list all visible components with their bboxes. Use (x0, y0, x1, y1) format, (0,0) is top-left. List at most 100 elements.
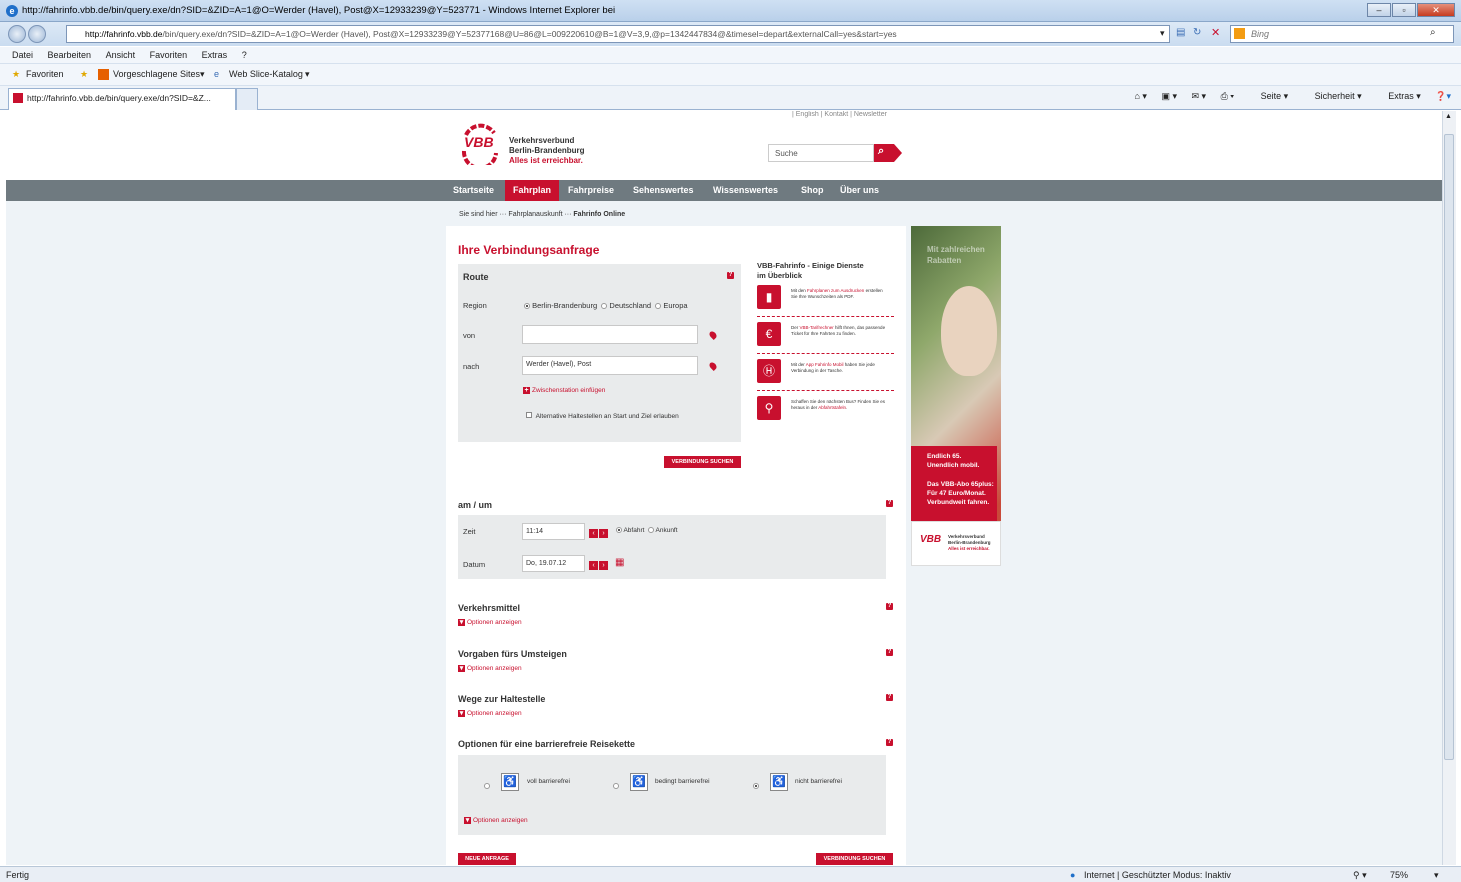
chevron-right-icon[interactable]: › (599, 561, 608, 570)
time-input[interactable]: 11:14 (522, 523, 585, 540)
radio-full[interactable] (484, 782, 490, 789)
chevron-down-icon[interactable]: ▾ (200, 69, 205, 80)
to-input[interactable]: Werder (Havel), Post (522, 356, 698, 375)
s3-link[interactable]: App Fahrinfo Mobil (806, 362, 844, 367)
nav-shop[interactable]: Shop (801, 185, 824, 195)
webslice-link[interactable]: Web Slice-Katalog (229, 69, 303, 79)
address-dropdown-icon[interactable]: ▾ (1160, 28, 1165, 39)
search-icon[interactable]: ⌕ (1430, 27, 1436, 38)
favorites-button[interactable]: Favoriten (26, 69, 64, 79)
menu-datei[interactable]: Datei (12, 47, 33, 64)
walk-options-link[interactable]: ▾ Optionen anzeigen (458, 710, 522, 717)
menu-help[interactable]: ? (242, 47, 247, 64)
chevron-right-icon[interactable]: › (599, 529, 608, 538)
address-bar[interactable]: http://fahrinfo.vbb.de/bin/query.exe/dn?… (66, 25, 1170, 43)
print-icon[interactable]: ⎙ ▾ (1221, 91, 1234, 101)
pdf-print-icon[interactable]: ▮ (757, 285, 781, 309)
site-search-button[interactable]: ⌕ (874, 144, 902, 162)
compat-view-icon[interactable]: ▤ (1176, 27, 1185, 38)
search-connection-button[interactable]: VERBINDUNG SUCHEN (664, 456, 741, 468)
date-stepper[interactable]: ‹ › (589, 559, 609, 570)
browser-search-input[interactable]: Bing (1230, 25, 1454, 43)
from-input[interactable] (522, 325, 698, 344)
back-button[interactable] (8, 25, 26, 43)
radio-none[interactable] (753, 782, 759, 789)
scroll-up-icon[interactable]: ▲ (1445, 113, 1452, 120)
nav-sehenswertes[interactable]: Sehenswertes (633, 185, 694, 195)
top-links[interactable]: | English | Kontakt | Newsletter (792, 111, 887, 118)
nav-wissenswertes[interactable]: Wissenswertes (713, 185, 778, 195)
add-via-link[interactable]: + Zwischenstation einfügen (523, 387, 605, 394)
s1-link[interactable]: Fahrplanen zum Ausdrucken (807, 288, 864, 293)
s2-link[interactable]: VBB-Tarifrechner (800, 325, 834, 330)
home-icon[interactable]: ⌂ ▾ (1134, 91, 1146, 101)
forward-button[interactable] (28, 25, 46, 43)
maximize-button[interactable]: ▫ (1392, 3, 1416, 17)
mobile-app-icon[interactable]: Ⓗ (757, 359, 781, 383)
close-window-button[interactable]: ✕ (1417, 3, 1455, 17)
feeds-icon[interactable]: ▣ ▾ (1161, 91, 1177, 101)
radio-partial[interactable] (613, 782, 619, 789)
new-request-button[interactable]: NEUE ANFRAGE (458, 853, 516, 865)
site-search-input[interactable]: Suche (768, 144, 874, 162)
add-favorite-icon[interactable]: ★ (80, 69, 88, 80)
stop-icon[interactable]: ✕ (1211, 26, 1220, 39)
region-radio-de[interactable] (601, 303, 608, 310)
help-icon[interactable]: ❓▾ (1435, 91, 1451, 101)
help-icon[interactable]: ? (886, 500, 893, 507)
mail-icon[interactable]: ✉ ▾ (1191, 91, 1206, 101)
cmd-security[interactable]: Sicherheit ▾ (1303, 91, 1362, 101)
minimize-button[interactable]: – (1367, 3, 1391, 17)
zoom-dropdown-icon[interactable]: ▾ (1434, 870, 1439, 881)
euro-ticket-icon[interactable]: € (757, 322, 781, 346)
chevron-left-icon[interactable]: ‹ (589, 561, 598, 570)
menu-favoriten[interactable]: Favoriten (150, 47, 188, 64)
chevron-left-icon[interactable]: ‹ (589, 529, 598, 538)
suggested-sites-link[interactable]: Vorgeschlagene Sites (113, 69, 200, 79)
arrive-radio[interactable] (648, 527, 655, 534)
barrier-radio-none[interactable] (753, 780, 759, 790)
ad-banner[interactable]: Mit zahlreichen Rabatten Endlich 65. Une… (911, 226, 1001, 566)
calendar-icon[interactable]: ▦ (615, 558, 624, 568)
menu-bearbeiten[interactable]: Bearbeiten (48, 47, 92, 64)
help-icon[interactable]: ? (886, 694, 893, 701)
help-icon[interactable]: ? (727, 272, 734, 279)
s4-link[interactable]: Abfahrtstafeln (818, 405, 846, 410)
depart-radio[interactable] (616, 527, 622, 534)
nav-startseite[interactable]: Startseite (453, 185, 494, 195)
new-tab-button[interactable] (236, 88, 258, 110)
barrier-options-link[interactable]: ▾ Optionen anzeigen (464, 817, 528, 824)
help-icon[interactable]: ? (886, 603, 893, 610)
vbb-logo-icon[interactable]: VBB (460, 121, 500, 165)
crumb-fahrplanauskunft[interactable]: Fahrplanauskunft (508, 211, 562, 218)
help-icon[interactable]: ? (886, 739, 893, 746)
security-zone[interactable]: Internet | Geschützter Modus: Inaktiv (1084, 870, 1231, 880)
cmd-extras[interactable]: Extras ▾ (1376, 91, 1421, 101)
region-radio-eu[interactable] (655, 303, 662, 310)
cmd-page[interactable]: Seite ▾ (1249, 91, 1289, 101)
map-pin-icon[interactable] (708, 361, 718, 371)
barrier-radio-full[interactable] (484, 780, 490, 790)
chevron-down-icon[interactable]: ▾ (305, 69, 310, 80)
protected-mode-icon[interactable]: ⚲ ▾ (1353, 870, 1367, 881)
refresh-icon[interactable]: ↻ (1193, 27, 1201, 38)
scrollbar-thumb[interactable] (1444, 134, 1454, 760)
help-icon[interactable]: ? (886, 649, 893, 656)
transfer-options-link[interactable]: ▾ Optionen anzeigen (458, 665, 522, 672)
barrier-radio-partial[interactable] (613, 780, 619, 790)
search-connection-button-bottom[interactable]: VERBINDUNG SUCHEN (816, 853, 893, 865)
nav-ueber-uns[interactable]: Über uns (840, 185, 879, 195)
nav-fahrplan[interactable]: Fahrplan (505, 180, 560, 201)
date-input[interactable]: Do, 19.07.12 (522, 555, 585, 572)
map-pin-icon[interactable] (708, 330, 718, 340)
region-radio-bb[interactable] (524, 303, 530, 310)
departure-board-icon[interactable]: ⚲ (757, 396, 781, 420)
menu-ansicht[interactable]: Ansicht (106, 47, 136, 64)
nav-fahrpreise[interactable]: Fahrpreise (568, 185, 614, 195)
time-stepper[interactable]: ‹ › (589, 527, 609, 538)
alt-stops-checkbox[interactable] (526, 412, 532, 418)
transport-options-link[interactable]: ▾ Optionen anzeigen (458, 619, 522, 626)
zoom-level[interactable]: 75% (1390, 870, 1408, 880)
menu-extras[interactable]: Extras (202, 47, 228, 64)
tab-fahrinfo[interactable]: http://fahrinfo.vbb.de/bin/query.exe/dn?… (8, 88, 236, 110)
